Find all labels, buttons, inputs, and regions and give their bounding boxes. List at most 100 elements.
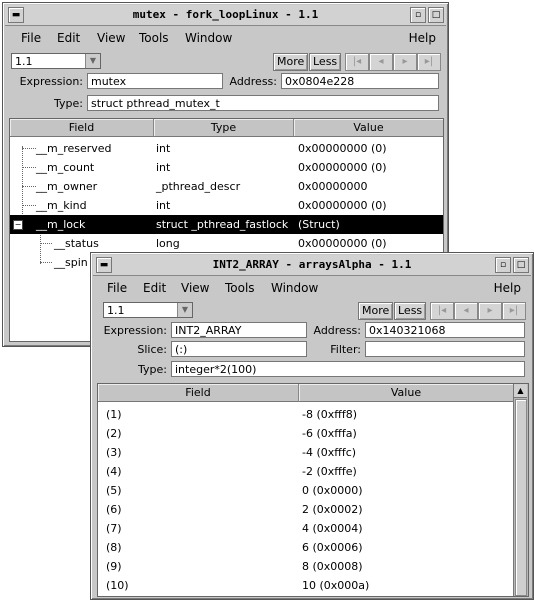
column-type[interactable]: Type [154, 119, 294, 137]
filter-label: Filter: [330, 343, 361, 356]
field-cell: __m_count [36, 161, 95, 174]
type-field[interactable]: integer*2(100) [171, 361, 525, 377]
menu-help[interactable]: Help [409, 31, 436, 45]
address-label: Address: [229, 75, 277, 88]
field-cell: __m_kind [36, 199, 87, 212]
next-icon[interactable]: ▸ [393, 53, 417, 71]
value-cell: -8 (0xfff8) [302, 408, 358, 421]
type-label: Type: [54, 97, 83, 110]
slice-label: Slice: [137, 343, 167, 356]
value-cell: 8 (0x0008) [302, 560, 363, 573]
field-cell: (8) [106, 541, 122, 554]
menu-bar: File Edit View Tools Window Help [5, 27, 446, 49]
minimize-icon[interactable]: ▫ [410, 7, 426, 23]
type-cell: int [156, 161, 171, 174]
int2-array-window: ▬ INT2_ARRAY - arraysAlpha - 1.1 ▫ □ Fil… [90, 252, 534, 600]
address-field[interactable]: 0x0804e228 [281, 73, 439, 89]
table-row-selected[interactable]: − __m_lock struct _pthread_fastlock (Str… [10, 215, 443, 234]
table-row[interactable]: __m_count int 0x00000000 (0) [10, 158, 443, 177]
filter-field[interactable] [365, 341, 525, 357]
last-icon[interactable]: ▸| [417, 53, 441, 71]
less-button[interactable]: Less [394, 302, 427, 320]
scroll-up-icon[interactable]: ▲ [514, 384, 527, 398]
more-button[interactable]: More [273, 53, 309, 71]
slice-field[interactable]: (:) [171, 341, 307, 357]
table-row[interactable]: (10) 10 (0x000a) [98, 576, 528, 595]
dropdown-arrow-icon[interactable]: ▼ [177, 303, 192, 317]
array-grid: Field Value (1) -8 (0xfff8) (2) -6 (0xff… [97, 383, 529, 597]
column-value[interactable]: Value [294, 119, 443, 137]
window-title: INT2_ARRAY - arraysAlpha - 1.1 [212, 258, 412, 271]
menu-view[interactable]: View [97, 31, 125, 45]
column-value[interactable]: Value [299, 384, 514, 402]
table-row[interactable]: (6) 2 (0x0002) [98, 500, 528, 519]
type-field[interactable]: struct pthread_mutex_t [87, 95, 439, 111]
menu-tools[interactable]: Tools [139, 31, 169, 45]
table-row[interactable]: (4) -2 (0xfffe) [98, 462, 528, 481]
thread-selector[interactable]: 1.1 ▼ [103, 302, 193, 318]
address-field[interactable]: 0x140321068 [365, 322, 525, 338]
menu-file[interactable]: File [21, 31, 41, 45]
field-cell: __m_reserved [36, 142, 112, 155]
table-row[interactable]: __status long 0x00000000 (0) [10, 234, 443, 253]
field-cell: (9) [106, 560, 122, 573]
first-icon[interactable]: |◂ [430, 302, 454, 320]
first-icon[interactable]: |◂ [345, 53, 369, 71]
field-cell: __status [54, 237, 99, 250]
field-cell: (1) [106, 408, 122, 421]
menu-view[interactable]: View [181, 281, 209, 295]
table-row[interactable]: (9) 8 (0x0008) [98, 557, 528, 576]
title-bar[interactable]: ▬ mutex - fork_loopLinux - 1.1 ▫ □ [5, 5, 446, 26]
more-button[interactable]: More [358, 302, 394, 320]
table-row[interactable]: (1) -8 (0xfff8) [98, 405, 528, 424]
column-field[interactable]: Field [98, 384, 299, 402]
scroll-thumb[interactable] [515, 399, 527, 596]
table-row[interactable]: (2) -6 (0xfffa) [98, 424, 528, 443]
menu-help[interactable]: Help [494, 281, 521, 295]
menu-window[interactable]: Window [185, 31, 232, 45]
table-row[interactable]: (3) -4 (0xfffc) [98, 443, 528, 462]
field-cell: __m_lock [36, 218, 86, 231]
thread-value: 1.1 [15, 55, 33, 68]
table-row[interactable]: __m_kind int 0x00000000 (0) [10, 196, 443, 215]
maximize-icon[interactable]: □ [428, 7, 444, 23]
dropdown-arrow-icon[interactable]: ▼ [85, 54, 100, 68]
thread-selector[interactable]: 1.1 ▼ [11, 53, 101, 69]
type-label: Type: [138, 363, 167, 376]
table-row[interactable]: __m_owner _pthread_descr 0x00000000 [10, 177, 443, 196]
menu-tools[interactable]: Tools [225, 281, 255, 295]
next-icon[interactable]: ▸ [478, 302, 502, 320]
minimize-icon[interactable]: ▫ [495, 257, 511, 273]
menu-window[interactable]: Window [271, 281, 318, 295]
value-cell: 4 (0x0004) [302, 522, 363, 535]
table-row[interactable]: __m_reserved int 0x00000000 (0) [10, 139, 443, 158]
table-row[interactable]: (5) 0 (0x0000) [98, 481, 528, 500]
value-cell: 0x00000000 (0) [298, 142, 387, 155]
value-cell: 10 (0x000a) [302, 579, 370, 592]
expression-field[interactable]: INT2_ARRAY [171, 322, 307, 338]
expression-field[interactable]: mutex [87, 73, 223, 89]
menu-edit[interactable]: Edit [57, 31, 80, 45]
field-cell: (10) [106, 579, 129, 592]
menu-edit[interactable]: Edit [143, 281, 166, 295]
last-icon[interactable]: ▸| [502, 302, 526, 320]
title-bar[interactable]: ▬ INT2_ARRAY - arraysAlpha - 1.1 ▫ □ [93, 255, 531, 276]
type-cell: long [156, 237, 180, 250]
menu-file[interactable]: File [107, 281, 127, 295]
vertical-scrollbar[interactable]: ▲ [513, 384, 528, 596]
less-button[interactable]: Less [309, 53, 342, 71]
column-field[interactable]: Field [10, 119, 154, 137]
table-row[interactable]: (7) 4 (0x0004) [98, 519, 528, 538]
field-cell: (6) [106, 503, 122, 516]
collapse-icon[interactable]: − [13, 220, 23, 230]
type-cell: int [156, 142, 171, 155]
type-cell: int [156, 199, 171, 212]
previous-icon[interactable]: ◂ [369, 53, 393, 71]
previous-icon[interactable]: ◂ [454, 302, 478, 320]
value-cell: 0x00000000 [298, 180, 368, 193]
toolbar: 1.1 ▼ More Less |◂ ◂ ▸ ▸| [5, 53, 446, 73]
table-row[interactable]: (8) 6 (0x0006) [98, 538, 528, 557]
menu-bar: File Edit View Tools Window Help [93, 277, 531, 299]
maximize-icon[interactable]: □ [513, 257, 529, 273]
type-cell: _pthread_descr [156, 180, 241, 193]
